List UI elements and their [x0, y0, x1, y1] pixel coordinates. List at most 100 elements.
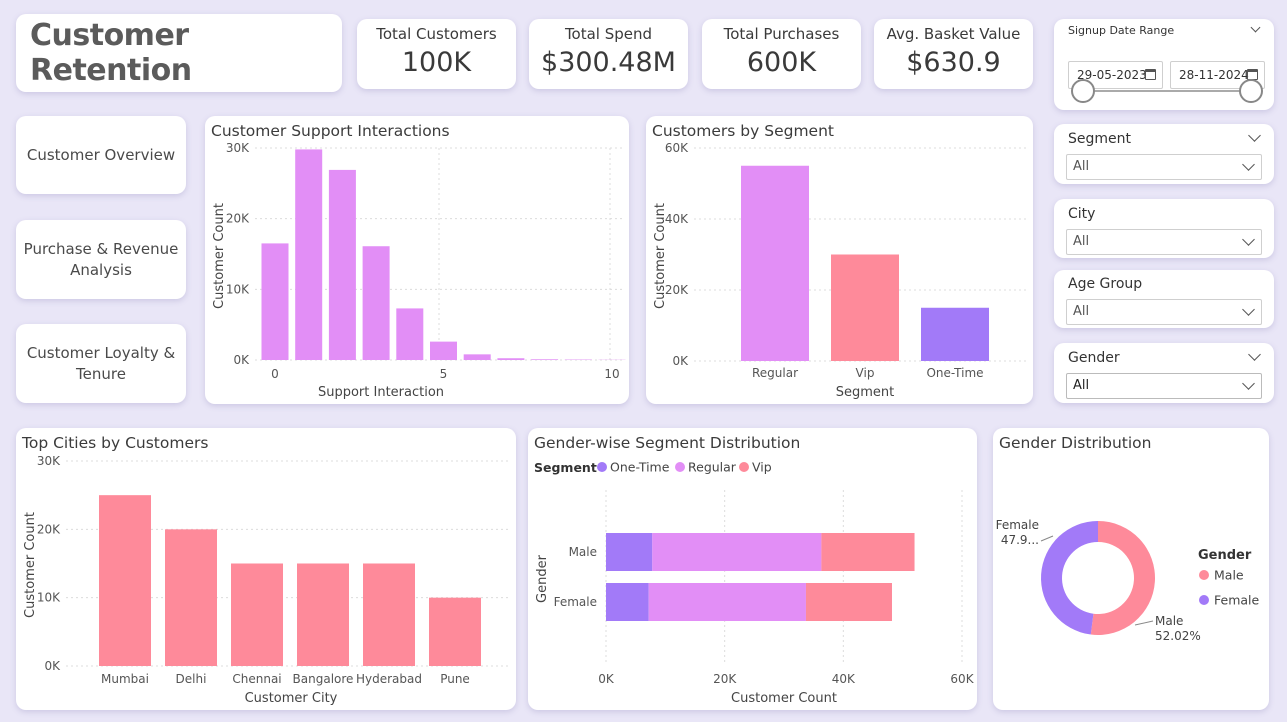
- gender-segment-plot: Segment Customer Count Gender One-Time Re…: [534, 460, 975, 707]
- age-group-slicer[interactable]: Age Group All: [1054, 270, 1274, 328]
- nav-customer-loyalty-button[interactable]: Customer Loyalty & Tenure: [16, 324, 186, 403]
- stacked-bar-segment: [821, 533, 915, 571]
- kpi-label: Avg. Basket Value: [886, 25, 1021, 43]
- nav-label-line2: Tenure: [76, 364, 126, 383]
- legend-label: Female: [1214, 593, 1260, 608]
- y-tick-label: 10K: [37, 591, 61, 605]
- x-tick-label: Chennai: [232, 672, 281, 686]
- chevron-down-icon[interactable]: [1248, 348, 1261, 361]
- segment-slicer-label: Segment: [1068, 131, 1131, 147]
- support-interactions-plot: Support Interaction Customer Count 0K 10K…: [212, 141, 626, 400]
- segment-dropdown[interactable]: All: [1066, 154, 1262, 180]
- support-bar: [261, 243, 289, 360]
- x-tick-label: Vip: [856, 366, 875, 380]
- x-tick-label: 10: [604, 367, 619, 381]
- x-tick-label: Mumbai: [101, 672, 149, 686]
- x-tick-label: Delhi: [176, 672, 207, 686]
- x-tick-label: 5: [440, 367, 448, 381]
- legend-label: Vip: [752, 460, 772, 475]
- page-title: Customer Retention: [30, 18, 192, 88]
- gender-segment-chart[interactable]: Gender-wise Segment Distribution Segment…: [528, 428, 977, 710]
- x-tick-label: Hyderabad: [356, 672, 422, 686]
- support-bar: [362, 246, 390, 360]
- chevron-down-icon[interactable]: [1242, 377, 1255, 390]
- y-axis-label: Customer Count: [212, 203, 227, 309]
- legend-marker: [597, 462, 607, 472]
- top-cities-plot: Customer City Customer Count 0K 10K 20K 30K…: [23, 454, 510, 706]
- gender-distribution-chart[interactable]: Gender Distribution Gender Male 52.02% Fem…: [993, 428, 1269, 710]
- title-card: Customer Retention: [16, 14, 342, 92]
- chevron-down-icon[interactable]: [1242, 303, 1255, 316]
- nav-purchase-revenue-button[interactable]: Purchase & Revenue Analysis: [16, 220, 186, 299]
- gender-slicer[interactable]: Gender All: [1054, 343, 1274, 403]
- legend-marker: [1199, 595, 1209, 605]
- support-interactions-chart[interactable]: Customer Support Interactions Support In…: [205, 116, 629, 404]
- customers-by-segment-chart[interactable]: Customers by Segment Segment Customer Co…: [646, 116, 1033, 404]
- age-group-slicer-label: Age Group: [1068, 276, 1143, 292]
- support-bar: [430, 341, 457, 360]
- x-tick-label: Regular: [752, 366, 798, 380]
- nav-customer-overview-button[interactable]: Customer Overview: [16, 116, 186, 194]
- date-slider-track[interactable]: [1084, 90, 1252, 92]
- kpi-total-customers: Total Customers 100K: [357, 19, 516, 89]
- x-tick-label: Bangalore: [293, 672, 354, 686]
- donut-slice: [1041, 521, 1098, 635]
- calendar-icon[interactable]: [1145, 69, 1156, 80]
- x-tick-label: 0K: [598, 672, 615, 686]
- segment-slicer[interactable]: Segment All: [1054, 124, 1274, 184]
- chevron-down-icon[interactable]: [1242, 233, 1255, 246]
- leader-line: [1134, 620, 1154, 626]
- y-tick-label: 40K: [665, 212, 689, 226]
- city-dropdown[interactable]: All: [1066, 229, 1262, 255]
- y-axis-label: Gender: [535, 554, 550, 603]
- date-slider-start-handle[interactable]: [1071, 79, 1095, 103]
- legend-marker: [675, 462, 685, 472]
- date-slider-end-handle[interactable]: [1239, 79, 1263, 103]
- kpi-label: Total Spend: [564, 25, 653, 43]
- city-slicer-label: City: [1068, 206, 1096, 222]
- x-tick-label: 40K: [832, 672, 856, 686]
- support-bar: [531, 359, 559, 360]
- kpi-value: $300.48M: [541, 47, 676, 78]
- city-bar: [363, 563, 415, 666]
- age-group-dropdown-value: All: [1073, 304, 1090, 319]
- kpi-label: Total Customers: [376, 25, 497, 43]
- nav-label-line2: Analysis: [70, 260, 132, 279]
- chevron-down-icon[interactable]: [1242, 158, 1255, 171]
- legend-marker: [739, 462, 749, 472]
- legend-label: Regular: [688, 460, 737, 475]
- stacked-bar-segment: [606, 583, 649, 621]
- y-tick-label: 30K: [37, 454, 61, 468]
- y-tick-label: 0K: [44, 659, 61, 673]
- city-bar: [429, 597, 481, 666]
- segment-bar: [921, 307, 989, 361]
- gender-dropdown[interactable]: All: [1066, 373, 1262, 399]
- y-tick-label: 20K: [665, 283, 689, 297]
- chevron-down-icon[interactable]: [1250, 22, 1261, 33]
- signup-date-slicer[interactable]: Signup Date Range 29-05-2023 28-11-2024: [1054, 19, 1274, 110]
- data-label: 52.02%: [1155, 629, 1201, 643]
- data-label: 47.9...: [1001, 533, 1039, 547]
- city-bar: [165, 529, 217, 666]
- legend-label: One-Time: [610, 460, 670, 475]
- customers-by-segment-plot: Segment Customer Count 0K20K40K60KRegula…: [653, 141, 1026, 400]
- age-group-dropdown[interactable]: All: [1066, 299, 1262, 325]
- top-cities-chart[interactable]: Top Cities by Customers Customer City Cu…: [16, 428, 516, 710]
- y-tick-label: 10K: [226, 282, 250, 296]
- x-tick-label: One-Time: [926, 366, 983, 380]
- support-bar: [328, 169, 356, 360]
- data-label: Female: [996, 518, 1039, 532]
- chevron-down-icon[interactable]: [1248, 129, 1261, 142]
- y-tick-label: 30K: [226, 141, 250, 155]
- city-slicer[interactable]: City All: [1054, 199, 1274, 258]
- segment-dropdown-value: All: [1073, 159, 1090, 174]
- gender-distribution-plot: Gender Male52.02%Female47.9...MaleFemale: [996, 518, 1260, 643]
- y-axis-label: Customer Count: [23, 512, 38, 618]
- x-axis-label: Customer Count: [731, 691, 837, 706]
- x-tick-label: Pune: [440, 672, 470, 686]
- y-tick-label: 20K: [226, 212, 250, 226]
- y-tick-label: 0K: [672, 354, 689, 368]
- legend-title: Gender: [1198, 548, 1252, 563]
- segment-bar: [831, 254, 899, 361]
- data-label: Male: [1155, 614, 1183, 628]
